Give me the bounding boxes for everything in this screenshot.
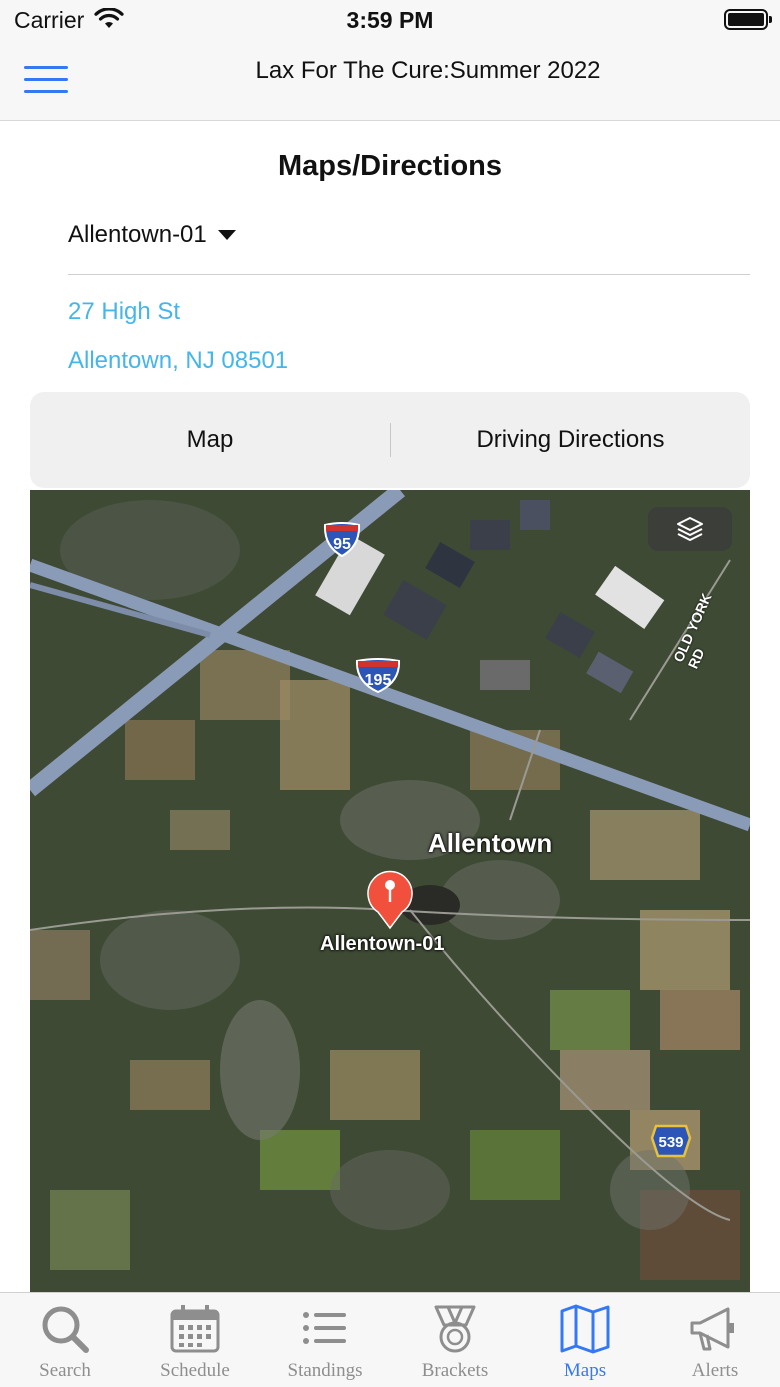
location-pin-icon[interactable] [364,868,416,930]
search-icon [42,1306,89,1353]
pin-label: Allentown-01 [320,933,445,955]
navigation-bar: Lax For The Cure:Summer 2022 [0,44,780,121]
cr539-shield-icon: 539 [650,1124,692,1158]
list-icon [303,1312,346,1344]
caret-down-icon [217,230,236,240]
tab-brackets-label: Brackets [421,1360,489,1381]
tab-schedule-label: Schedule [160,1360,230,1381]
app-title: Lax For The Cure:Summer 2022 [255,57,601,84]
tab-search-label: Search [39,1360,91,1381]
page-title: Maps/Directions [278,150,502,182]
satellite-map[interactable]: OLD YORK RD 95 195 539 Allentown Allento… [30,490,750,1292]
location-dropdown-value: Allentown-01 [68,221,207,248]
status-bar: Carrier 3:59 PM [0,0,780,44]
tab-standings-label: Standings [287,1360,363,1381]
tab-bar: Search Schedule Standings Brackets Maps … [0,1292,780,1387]
map-icon [560,1304,610,1354]
medal-icon [434,1305,476,1353]
clock: 3:59 PM [346,7,434,33]
i195-shield-icon: 195 [355,658,401,694]
tab-alerts-label: Alerts [691,1360,739,1381]
divider [68,274,750,275]
battery-icon [724,9,772,30]
town-label: Allentown [428,828,553,858]
i95-shield-icon: 95 [323,522,361,558]
tab-maps-label: Maps [563,1360,607,1381]
cr539-shield-label: 539 [658,1134,683,1151]
tab-schedule[interactable]: Schedule [130,1293,260,1387]
tab-alerts[interactable]: Alerts [650,1293,780,1387]
tab-standings[interactable]: Standings [260,1293,390,1387]
driving-directions-segment[interactable]: Driving Directions [391,392,750,488]
i95-shield-label: 95 [333,536,351,553]
megaphone-icon [690,1307,734,1351]
view-segmented-control: Map Driving Directions [30,392,750,488]
tab-search[interactable]: Search [0,1293,130,1387]
tab-maps[interactable]: Maps [520,1293,650,1387]
i195-shield-label: 195 [365,672,392,689]
tab-brackets[interactable]: Brackets [390,1293,520,1387]
hamburger-menu-icon[interactable] [24,66,70,96]
location-dropdown[interactable]: Allentown-01 [68,218,236,252]
address-line2-link[interactable]: Allentown, NJ 08501 [68,347,288,375]
map-segment[interactable]: Map [30,392,390,488]
address-line1-link[interactable]: 27 High St [68,298,180,326]
calendar-icon [170,1305,220,1353]
map-layers-button[interactable] [648,507,732,551]
layers-icon [677,517,703,541]
